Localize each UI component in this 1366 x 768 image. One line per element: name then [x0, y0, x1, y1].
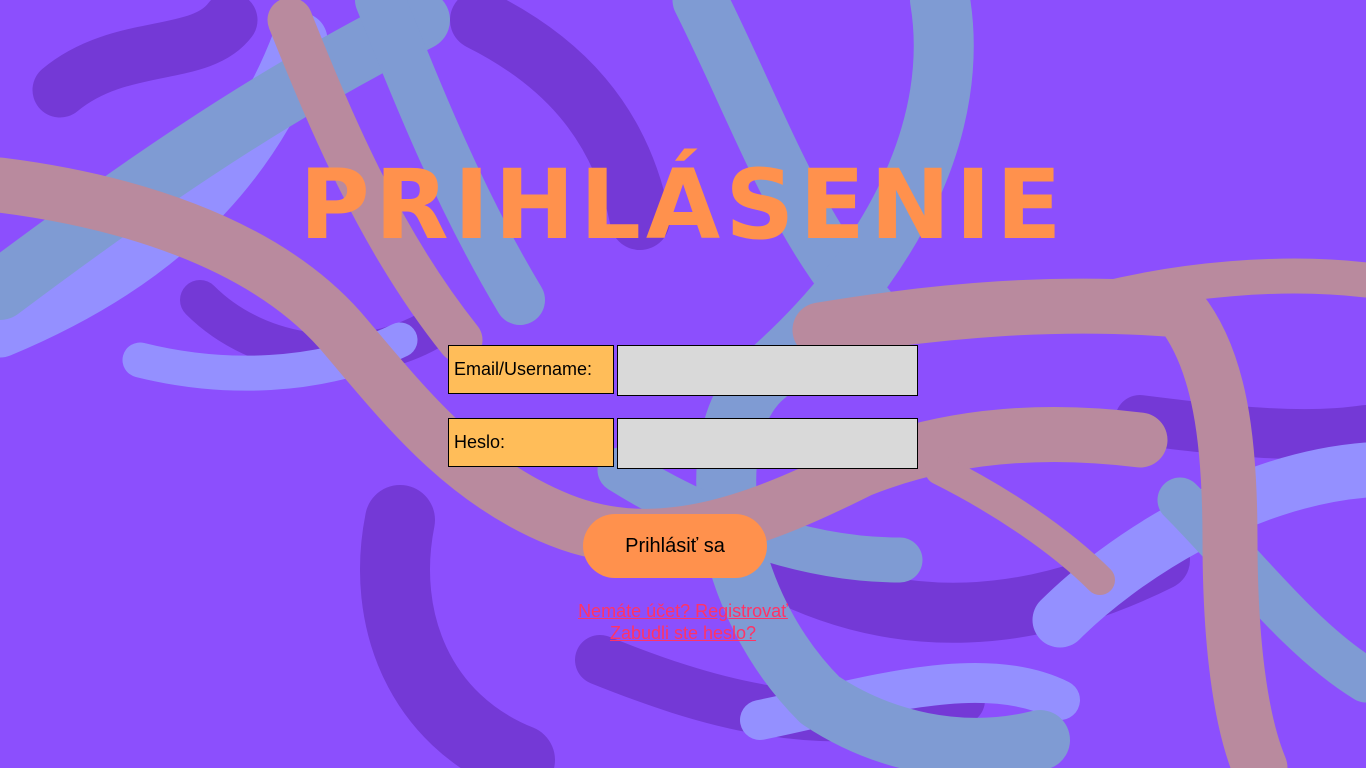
password-label: Heslo: — [448, 418, 614, 467]
email-label: Email/Username: — [448, 345, 614, 394]
email-input[interactable] — [617, 345, 918, 396]
password-input[interactable] — [617, 418, 918, 469]
register-link[interactable]: Nemáte účet? Registrovať — [578, 600, 788, 622]
forgot-password-link[interactable]: Zabudli ste heslo? — [610, 622, 756, 644]
login-button[interactable]: Prihlásiť sa — [583, 514, 767, 578]
page-title: PRIHLÁSENIE — [299, 149, 1067, 261]
auth-links: Nemáte účet? Registrovať Zabudli ste hes… — [0, 600, 1366, 644]
